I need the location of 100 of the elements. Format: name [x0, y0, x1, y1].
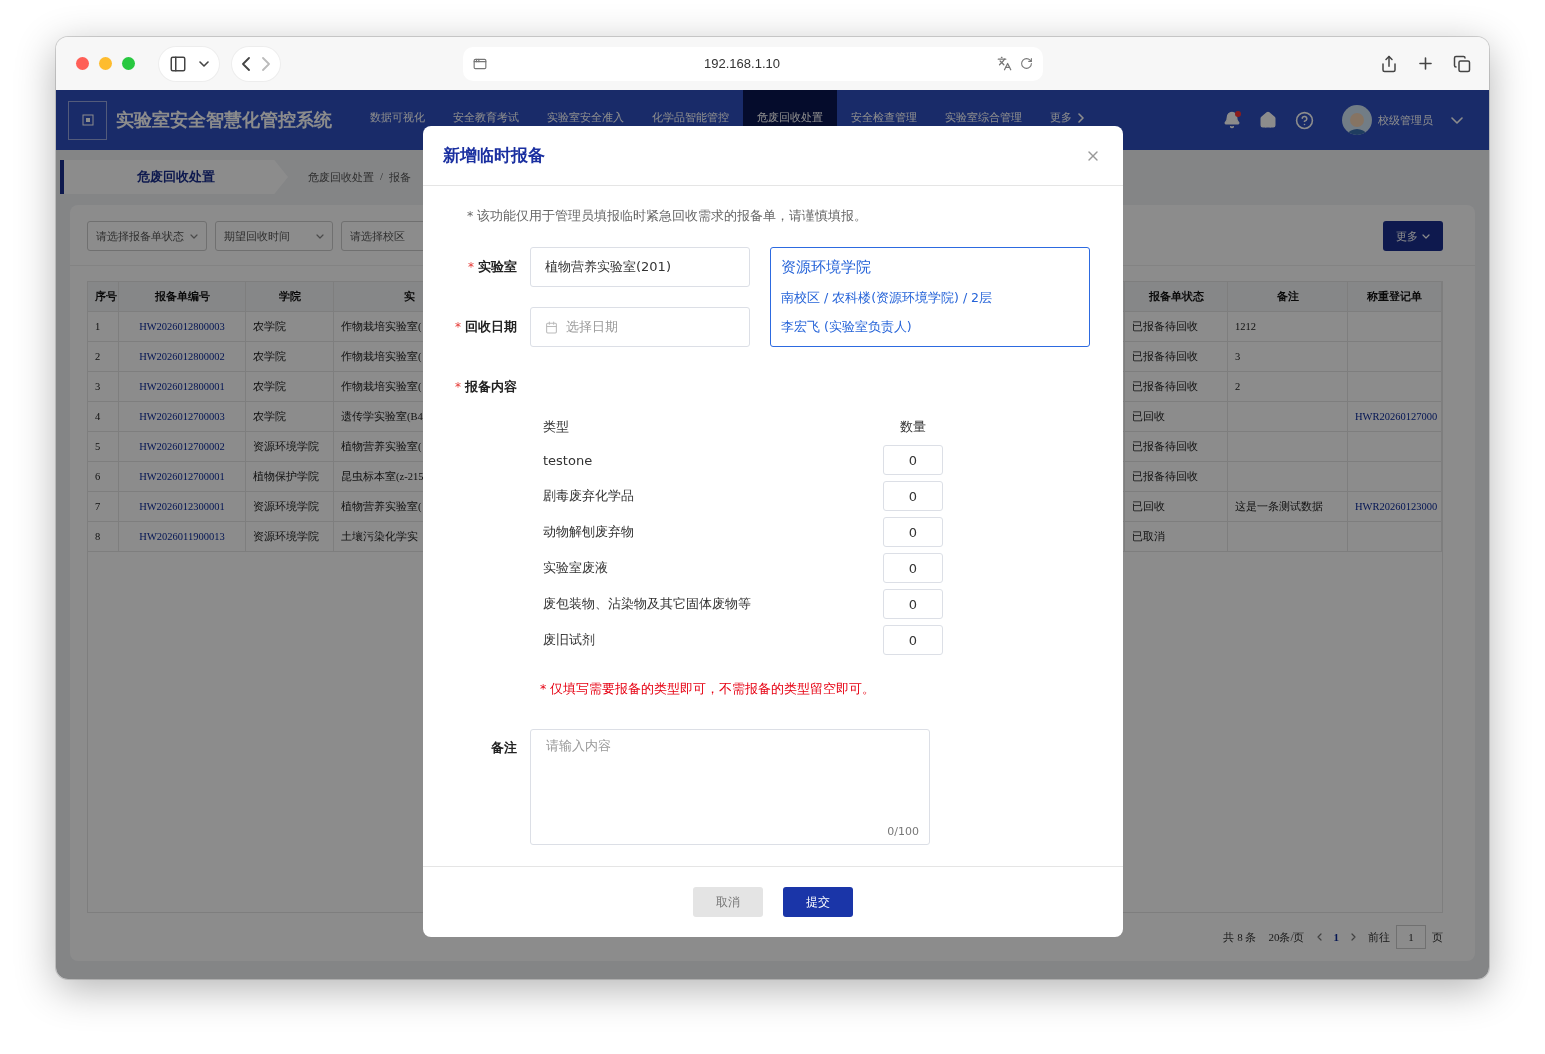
quantity-field[interactable]: 0 [883, 625, 943, 655]
table-cell: 5 [95, 441, 101, 452]
table-cell: 这是一条测试数据 [1235, 499, 1323, 514]
home-icon[interactable] [1259, 111, 1277, 129]
table-cell: 2 [95, 351, 101, 362]
page-icon [473, 56, 487, 71]
logo-icon [68, 100, 107, 140]
table-cell: 4 [95, 411, 101, 422]
table-cell: 昆虫标本室(z-215 [341, 469, 424, 484]
calendar-icon [545, 320, 558, 334]
chevron-right-icon [1078, 113, 1084, 123]
table-link[interactable]: HW2026012800001 [139, 381, 225, 392]
char-counter: 0/100 [887, 825, 919, 838]
table-link[interactable]: HW2026012800002 [139, 351, 225, 362]
waste-type: 废旧试剂 [543, 631, 596, 649]
plus-icon[interactable] [1416, 54, 1435, 73]
table-cell: 作物栽培实验室( [341, 349, 422, 364]
reload-icon[interactable] [1020, 57, 1033, 70]
nav-item[interactable]: 数据可视化 [356, 90, 439, 150]
remark-field[interactable]: 请输入内容 0/100 [530, 729, 930, 845]
goto-field[interactable]: 1 [1396, 925, 1426, 949]
table-cell: 1 [95, 321, 101, 332]
quantity-field[interactable]: 0 [883, 481, 943, 511]
table-link[interactable]: HW2026012700003 [139, 411, 225, 422]
notice-text: * 该功能仅用于管理员填报临时紧急回收需求的报备单，请谨慎填报。 [466, 207, 869, 225]
lab-field[interactable]: 植物营养实验室(201) [530, 247, 750, 287]
date-field[interactable]: 选择日期 [530, 307, 750, 347]
user-name[interactable]: 校级管理员 [1378, 112, 1433, 128]
quantity-field[interactable]: 0 [883, 589, 943, 619]
table-cell: 6 [95, 471, 101, 482]
back-icon[interactable] [242, 56, 250, 71]
close-window-icon[interactable] [76, 57, 89, 70]
table-link[interactable]: HWR20260123000 [1355, 501, 1438, 512]
table-cell: 农学院 [253, 349, 286, 364]
column-header: 称重登记单 [1367, 289, 1422, 304]
table-cell: 已回收 [1132, 409, 1165, 424]
table-cell: 已报备待回收 [1132, 349, 1198, 364]
translate-icon[interactable] [997, 56, 1012, 71]
table-cell: 资源环境学院 [253, 529, 319, 544]
table-cell: 1212 [1235, 321, 1256, 332]
table-cell: 资源环境学院 [253, 439, 319, 454]
filter-select[interactable]: 请选择报备单状态 [87, 221, 207, 251]
help-icon[interactable] [1295, 110, 1314, 130]
quantity-field[interactable]: 0 [883, 553, 943, 583]
total-count: 共 8 条 [1223, 929, 1257, 945]
dialog-title: 新增临时报备 [443, 144, 545, 167]
table-cell: 3 [1235, 351, 1241, 362]
lab-location: 南校区 / 农科楼(资源环境学院) / 2层 [781, 289, 994, 307]
cancel-button[interactable]: 取消 [693, 887, 763, 917]
table-cell: 土壤污染化学实 [341, 529, 418, 544]
app-title: 实验室安全智慧化管控系统 [116, 108, 332, 132]
table-link[interactable]: HWR20260127000 [1355, 411, 1438, 422]
field-label: 回收日期 [465, 318, 517, 336]
filter-select[interactable]: 期望回收时间 [215, 221, 333, 251]
page-suffix: 页 [1432, 929, 1443, 945]
table-link[interactable]: HW2026011900013 [139, 531, 225, 542]
table-cell: 已报备待回收 [1132, 439, 1198, 454]
column-header: 类型 [543, 418, 570, 436]
lab-manager: 李宏飞 (实验室负责人) [781, 319, 913, 336]
table-link[interactable]: HW2026012300001 [139, 501, 225, 512]
chevron-down-icon [1422, 233, 1430, 239]
waste-type: 实验室废液 [543, 559, 609, 577]
share-icon[interactable] [1380, 54, 1398, 73]
hint-text: * 仅填写需要报备的类型即可，不需报备的类型留空即可。 [540, 680, 877, 698]
table-cell: 植物营养实验室( [341, 439, 422, 454]
tabs-icon[interactable] [1453, 54, 1471, 73]
required-mark: * [468, 260, 474, 274]
quantity-field[interactable]: 0 [883, 445, 943, 475]
page-tab[interactable]: 危废回收处置 [60, 160, 288, 194]
page-size-select[interactable]: 20条/页 [1268, 929, 1305, 945]
column-header: 序号 [95, 289, 117, 304]
nav-item[interactable]: 更多 [1036, 90, 1098, 150]
chevron-down-icon[interactable] [199, 60, 209, 67]
page-number[interactable]: 1 [1333, 931, 1339, 943]
submit-button[interactable]: 提交 [783, 887, 853, 917]
table-cell: 8 [95, 531, 101, 542]
bell-icon[interactable] [1223, 111, 1241, 129]
waste-type: 废包装物、沾染物及其它固体废物等 [543, 595, 752, 613]
waste-type: 剧毒废弃化学品 [543, 487, 635, 505]
table-cell: 已报备待回收 [1132, 319, 1198, 334]
table-cell: 资源环境学院 [253, 499, 319, 514]
table-link[interactable]: HW2026012700002 [139, 441, 225, 452]
table-link[interactable]: HW2026012800003 [139, 321, 225, 332]
quantity-field[interactable]: 0 [883, 517, 943, 547]
column-header: 报备单编号 [154, 289, 210, 304]
next-page-icon[interactable] [1351, 933, 1356, 941]
table-cell: 农学院 [253, 319, 286, 334]
waste-type: testone [543, 452, 594, 468]
required-mark: * [455, 380, 461, 394]
breadcrumb-item[interactable]: 危废回收处置 [308, 169, 374, 185]
table-link[interactable]: HW2026012700001 [139, 471, 225, 482]
table-cell: 农学院 [253, 379, 286, 394]
avatar[interactable] [1342, 105, 1372, 135]
table-cell: 7 [95, 501, 101, 512]
sidebar-icon[interactable] [169, 54, 187, 73]
more-button[interactable]: 更多 [1383, 221, 1443, 251]
prev-page-icon[interactable] [1316, 933, 1322, 941]
table-cell: 植物保护学院 [253, 469, 319, 484]
address-bar[interactable]: 192.168.1.10 [463, 46, 1043, 81]
breadcrumb-item[interactable]: 报备 [389, 169, 412, 185]
